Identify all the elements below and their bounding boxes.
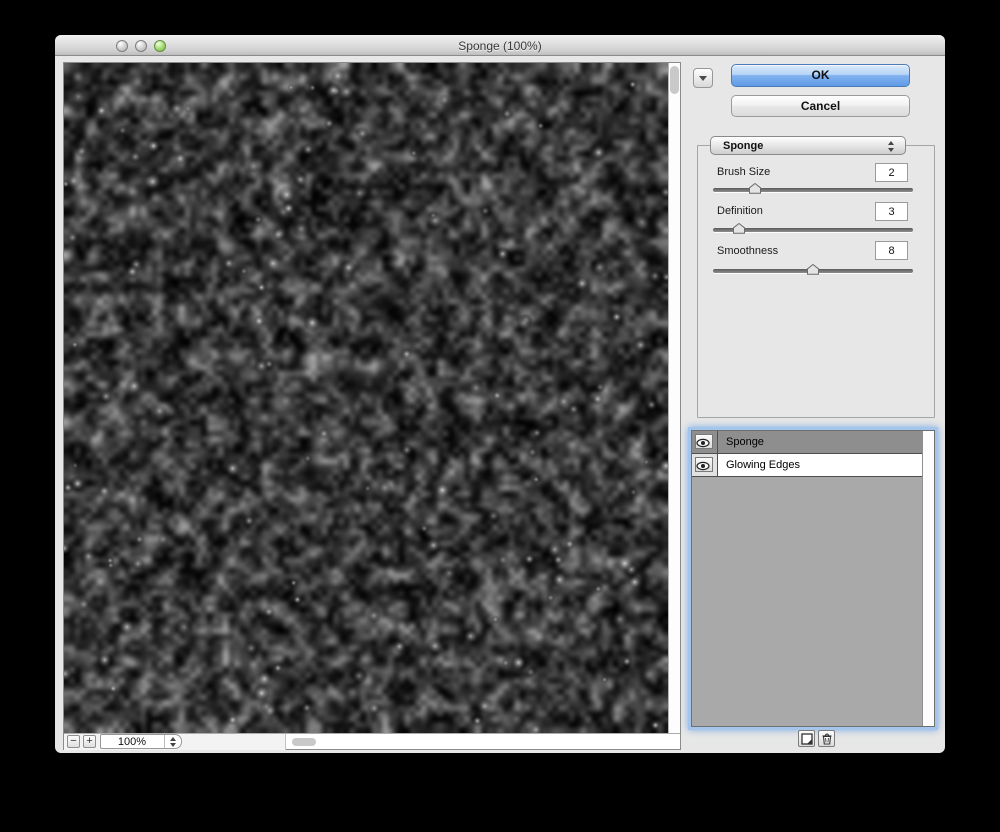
brush-size-label: Brush Size — [717, 166, 771, 178]
effect-layer-row-glowing-edges[interactable]: Glowing Edges — [692, 454, 922, 477]
definition-label: Definition — [717, 205, 763, 217]
trash-icon — [822, 733, 832, 745]
filter-gallery-window: Sponge (100%) − + 100% OK Cancel Sponge — [55, 35, 945, 753]
panel-disclosure-button[interactable] — [693, 68, 713, 88]
new-effect-layer-button[interactable] — [798, 730, 815, 747]
zoom-level-popup[interactable]: 100% — [100, 734, 182, 749]
effect-layer-name: Sponge — [726, 436, 764, 448]
smoothness-slider[interactable] — [713, 263, 913, 275]
eye-icon — [696, 438, 710, 448]
brush-size-slider[interactable] — [713, 182, 913, 194]
delete-effect-layer-button[interactable] — [818, 730, 835, 747]
effect-layer-row-sponge[interactable]: Sponge — [692, 431, 922, 454]
vertical-scrollbar-thumb[interactable] — [670, 66, 679, 94]
effect-layer-list: Sponge Glowing Edges — [691, 430, 935, 727]
brush-size-value[interactable] — [875, 163, 908, 182]
smoothness-value[interactable] — [875, 241, 908, 260]
definition-slider[interactable] — [713, 222, 913, 234]
up-down-stepper-icon — [885, 137, 897, 156]
filter-select-value: Sponge — [723, 140, 764, 152]
visibility-toggle[interactable] — [695, 457, 713, 472]
cancel-button[interactable]: Cancel — [731, 95, 910, 117]
chevron-down-icon — [699, 76, 707, 81]
ok-button[interactable]: OK — [731, 64, 910, 87]
horizontal-scrollbar-thumb[interactable] — [292, 738, 316, 746]
titlebar: Sponge (100%) — [55, 35, 945, 56]
zoom-in-button[interactable]: + — [83, 735, 96, 748]
list-scrollbar[interactable] — [922, 431, 934, 726]
zoom-out-button[interactable]: − — [67, 735, 80, 748]
vertical-scrollbar[interactable] — [668, 63, 680, 733]
zoom-level-value: 100% — [117, 736, 147, 748]
brush-size-slider-thumb[interactable] — [749, 181, 762, 199]
definition-slider-thumb[interactable] — [733, 221, 746, 239]
eye-icon — [696, 461, 710, 471]
window-title: Sponge (100%) — [458, 39, 542, 53]
filter-options-group — [697, 145, 935, 418]
up-down-stepper-icon — [164, 735, 181, 748]
preview-frame: − + 100% — [63, 62, 681, 750]
filter-select[interactable]: Sponge — [710, 136, 906, 155]
smoothness-label: Smoothness — [717, 245, 779, 257]
visibility-cell — [692, 454, 718, 476]
smoothness-slider-thumb[interactable] — [807, 262, 820, 280]
preview-image[interactable] — [64, 63, 668, 733]
visibility-cell — [692, 431, 718, 453]
preview-status-bar: − + 100% — [64, 733, 680, 750]
effect-layer-name: Glowing Edges — [726, 459, 800, 471]
new-layer-icon — [801, 733, 813, 745]
definition-value[interactable] — [875, 202, 908, 221]
visibility-toggle[interactable] — [695, 434, 713, 449]
